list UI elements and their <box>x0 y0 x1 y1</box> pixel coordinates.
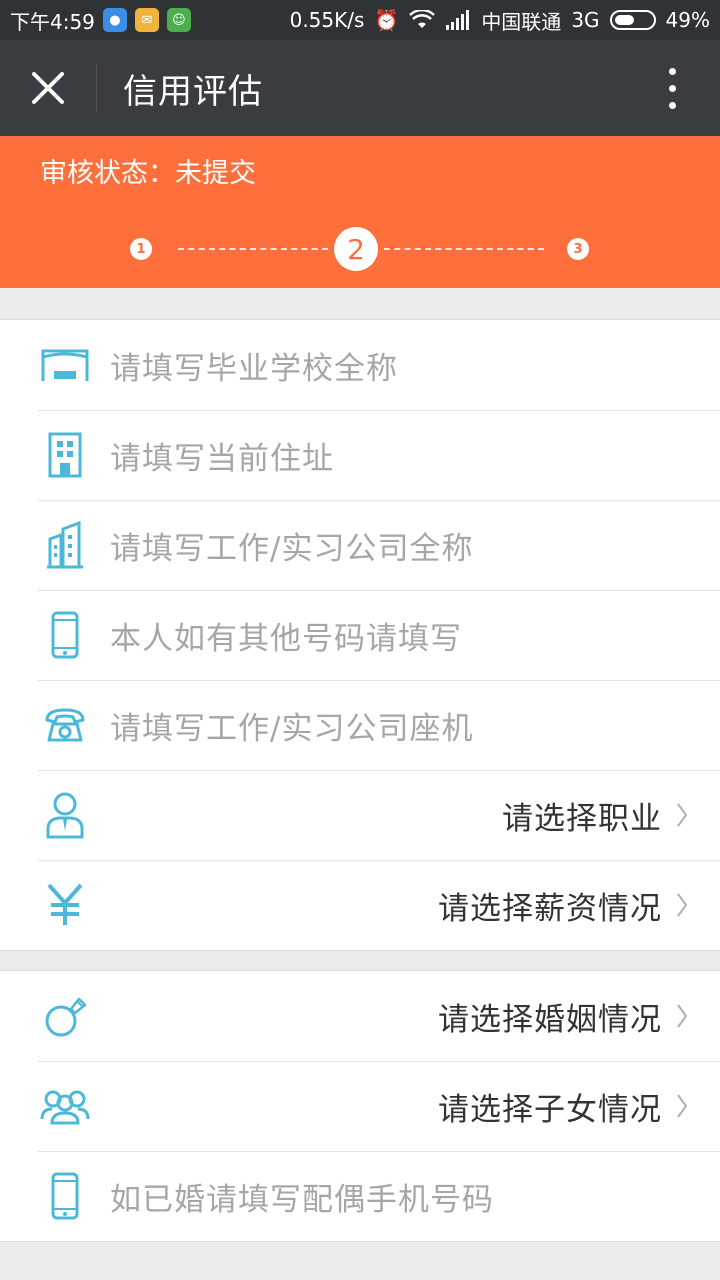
step-connector <box>384 248 544 250</box>
address-placeholder: 请填写当前住址 <box>110 440 334 477</box>
more-dot-icon <box>668 67 676 75</box>
marriage-value: 请选择婚姻情况 <box>438 1001 662 1038</box>
close-icon <box>32 72 64 104</box>
phone-icon <box>38 1171 92 1221</box>
chevron-right-icon <box>662 892 702 918</box>
school-icon <box>38 340 92 390</box>
company-landline-field[interactable]: 请填写工作/实习公司座机 <box>0 680 720 770</box>
network-speed: 0.55K/s <box>289 8 365 32</box>
step-connector <box>178 248 328 250</box>
company-landline-placeholder: 请填写工作/实习公司座机 <box>110 710 474 747</box>
step-1: 1 <box>130 238 152 260</box>
status-time: 下午4:59 <box>10 9 95 34</box>
children-value: 请选择子女情况 <box>438 1091 662 1128</box>
chevron-right-icon <box>662 802 702 828</box>
building-icon <box>38 430 92 480</box>
network-type: 3G <box>571 8 600 32</box>
progress-steps: 1 2 3 <box>0 226 720 272</box>
phone-icon <box>38 610 92 660</box>
audit-status: 审核状态：未提交 <box>40 158 256 189</box>
android-notification-icon: ☺ <box>166 8 191 32</box>
status-bar: 下午4:59 ● ✉ ☺ 0.55K/s ⏰ 中国联通 3G 49% <box>0 0 720 40</box>
salary-select[interactable]: 请选择薪资情况 <box>0 860 720 950</box>
form-group-info: 请填写毕业学校全称 请填写当前住址 请填写工作/实习公司全称 本人如有其他号码请… <box>0 319 720 951</box>
spouse-phone-placeholder: 如已婚请填写配偶手机号码 <box>110 1181 494 1218</box>
form-group-family: 请选择婚姻情况 请选择子女情况 如已婚请填写配偶手机号码 <box>0 970 720 1242</box>
nav-bar: 信用评估 <box>0 40 720 136</box>
other-phone-placeholder: 本人如有其他号码请填写 <box>110 620 462 657</box>
status-header: 审核状态：未提交 1 2 3 <box>0 136 720 288</box>
other-phone-field[interactable]: 本人如有其他号码请填写 <box>0 590 720 680</box>
step-2-current: 2 <box>334 227 378 271</box>
more-menu-button[interactable] <box>648 64 696 112</box>
spouse-phone-field[interactable]: 如已婚请填写配偶手机号码 <box>0 1151 720 1241</box>
battery-icon <box>609 10 656 30</box>
company-field[interactable]: 请填写工作/实习公司全称 <box>0 500 720 590</box>
occupation-select[interactable]: 请选择职业 <box>0 770 720 860</box>
marriage-select[interactable]: 请选择婚姻情况 <box>0 971 720 1061</box>
school-field[interactable]: 请填写毕业学校全称 <box>0 320 720 410</box>
company-icon <box>38 520 92 570</box>
more-dot-icon <box>668 101 676 109</box>
chevron-right-icon <box>662 1003 702 1029</box>
alarm-icon: ⏰ <box>374 8 400 32</box>
step-3: 3 <box>567 238 589 260</box>
children-select[interactable]: 请选择子女情况 <box>0 1061 720 1151</box>
address-field[interactable]: 请填写当前住址 <box>0 410 720 500</box>
more-dot-icon <box>668 84 676 92</box>
ring-icon <box>38 991 92 1041</box>
family-icon <box>38 1081 92 1131</box>
mail-notification-icon: ✉ <box>134 8 159 32</box>
app-notification-icon: ● <box>102 8 127 32</box>
yuan-icon <box>38 880 92 930</box>
salary-value: 请选择薪资情况 <box>438 890 662 927</box>
battery-percent: 49% <box>665 8 710 32</box>
wifi-icon <box>409 10 436 30</box>
school-placeholder: 请填写毕业学校全称 <box>110 350 398 387</box>
nav-divider <box>96 64 97 112</box>
company-placeholder: 请填写工作/实习公司全称 <box>110 530 474 567</box>
telephone-icon <box>38 700 92 750</box>
chevron-right-icon <box>662 1093 702 1119</box>
signal-icon <box>445 10 471 30</box>
occupation-value: 请选择职业 <box>502 800 662 837</box>
close-button[interactable] <box>0 40 96 136</box>
carrier-name: 中国联通 <box>481 9 562 34</box>
user-icon <box>38 790 92 840</box>
page-title: 信用评估 <box>123 71 263 112</box>
